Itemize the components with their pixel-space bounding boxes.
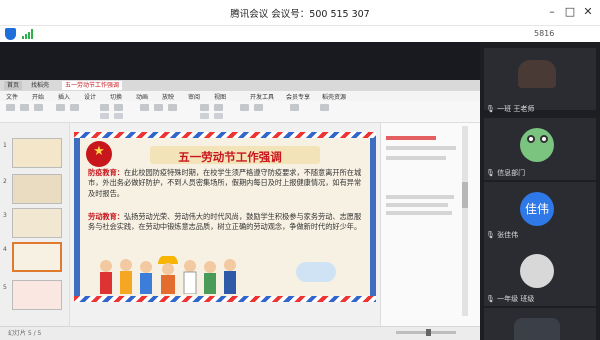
paragraph-text: 在此校园防疫特殊时期，在校学生须严格遵守防疫要求，不随意离开所在城市，外出务必做…: [88, 168, 362, 198]
menu-item[interactable]: 开发工具: [250, 92, 274, 101]
app-tab[interactable]: 找稻壳: [28, 81, 52, 90]
meeting-window: 腾讯会议 会议号：500 515 307 – □ ✕ 5816 首页 找稻壳 五…: [0, 0, 600, 340]
pane-line: [386, 146, 456, 150]
menu-item[interactable]: 切换: [110, 92, 122, 101]
indent-icon[interactable]: [214, 113, 223, 119]
cut-icon[interactable]: [20, 104, 29, 111]
meeting-title: 腾讯会议 会议号：500 515 307: [230, 9, 370, 20]
signal-icon[interactable]: [22, 29, 34, 39]
menu-item[interactable]: 开始: [32, 92, 44, 101]
shared-screen-top: [0, 42, 480, 80]
shield-icon[interactable]: [5, 28, 16, 40]
slide-thumbnail[interactable]: [12, 138, 62, 168]
app-tab-active[interactable]: 五一劳动节工作强调: [62, 81, 123, 90]
arrange-icon[interactable]: [290, 104, 299, 111]
text-avatar: 佳伟: [520, 192, 554, 226]
participant-name: 张佳伟: [497, 231, 519, 239]
slide-thumbnail-selected[interactable]: [12, 242, 62, 272]
menu-item[interactable]: 稻壳资源: [322, 92, 346, 101]
slide-thumbnail[interactable]: [12, 174, 62, 204]
menu-item[interactable]: 放映: [162, 92, 174, 101]
highlight-icon[interactable]: [114, 113, 123, 119]
mic-off-icon: 🎙: [486, 295, 495, 303]
mic-off-icon: 🎙: [486, 169, 495, 177]
pane-line: [386, 211, 452, 215]
menu-item[interactable]: 视图: [214, 92, 226, 101]
participant-video: [514, 318, 560, 340]
font-size-icon[interactable]: [114, 104, 123, 111]
paragraph-labor: 劳动教育：弘扬劳动光荣、劳动伟大的时代风尚，鼓励学生积极参与家务劳动、志愿服务与…: [88, 212, 368, 233]
menu-item[interactable]: 设计: [84, 92, 96, 101]
frog-eye: [540, 135, 548, 143]
thumb-number: 5: [3, 284, 7, 291]
maximize-icon[interactable]: □: [564, 6, 576, 18]
menu-item[interactable]: 插入: [58, 92, 70, 101]
slide-thumbnail[interactable]: [12, 208, 62, 238]
thumb-number: 2: [3, 178, 7, 185]
participant-row: 🎙 信息部门: [486, 168, 525, 178]
cloud-decoration: [296, 262, 336, 282]
participant-row: 🎙 一班 王老师: [486, 104, 534, 114]
layout-icon[interactable]: [70, 104, 79, 111]
picture-icon[interactable]: [254, 104, 263, 111]
paragraph-text: 弘扬劳动光荣、劳动伟大的时代风尚，鼓励学生积极参与家务劳动、志愿服务与社会实践，…: [88, 212, 362, 232]
mic-off-icon: 🎙: [486, 231, 495, 239]
underline-icon[interactable]: [168, 104, 177, 111]
color-icon[interactable]: [100, 113, 109, 119]
bold-icon[interactable]: [140, 104, 149, 111]
image-avatar: [520, 254, 554, 288]
menu-item[interactable]: 会员专享: [286, 92, 310, 101]
pane-line: [386, 203, 448, 207]
italic-icon[interactable]: [154, 104, 163, 111]
paragraph-label: 劳动教育：: [88, 212, 124, 221]
menu-item[interactable]: 文件: [6, 92, 18, 101]
copy-icon[interactable]: [34, 104, 43, 111]
paragraph-epidemic: 防疫教育：在此校园防疫特殊时期，在校学生须严格遵守防疫要求，不随意离开所在城市，…: [88, 168, 368, 199]
app-menu-bar: [0, 91, 480, 101]
pane-scrollbar[interactable]: [462, 126, 468, 316]
app-tab[interactable]: 首页: [4, 81, 23, 90]
align-left-icon[interactable]: [200, 104, 209, 111]
star-icon: ★: [93, 144, 105, 159]
participant-video: [518, 60, 556, 88]
paste-icon[interactable]: [6, 104, 15, 111]
meeting-code-short: 5816: [534, 29, 555, 38]
list-icon[interactable]: [200, 113, 209, 119]
slide-counter: 幻灯片 5 / 5: [8, 330, 42, 337]
pane-line: [386, 156, 446, 160]
slide-border-bottom: [74, 296, 376, 302]
close-icon[interactable]: ✕: [582, 6, 594, 18]
menu-item[interactable]: 审阅: [188, 92, 200, 101]
participant-name: 一班 王老师: [497, 105, 535, 113]
frog-avatar: [520, 128, 554, 162]
participant-row: 🎙 张佳伟: [486, 230, 518, 240]
mic-off-icon: 🎙: [486, 105, 495, 113]
new-slide-icon[interactable]: [56, 104, 65, 111]
shape-icon[interactable]: [240, 104, 249, 111]
minimize-icon[interactable]: –: [546, 6, 558, 18]
pane-line: [386, 195, 454, 199]
workers-illustration: [100, 256, 236, 294]
slide-thumbnail[interactable]: [12, 280, 62, 310]
participant-name: 一年级 班级: [497, 295, 535, 303]
menu-item[interactable]: 动画: [136, 92, 148, 101]
pane-header-line: [386, 136, 436, 140]
frog-eye: [527, 135, 535, 143]
thumb-number: 3: [3, 212, 7, 219]
info-bar: [0, 26, 600, 42]
align-center-icon[interactable]: [214, 104, 223, 111]
zoom-slider-knob[interactable]: [426, 329, 431, 336]
slide-border-top: [74, 132, 376, 138]
find-icon[interactable]: [320, 104, 329, 111]
thumb-number: 4: [3, 246, 7, 253]
font-icon[interactable]: [100, 104, 109, 111]
participant-name: 信息部门: [497, 169, 526, 177]
pane-scroll-thumb[interactable]: [462, 182, 468, 208]
participant-row: 🎙 一年级 班级: [486, 294, 534, 304]
thumb-number: 1: [3, 142, 7, 149]
slide-title: 五一劳动节工作强调: [178, 150, 282, 164]
paragraph-label: 防疫教育：: [88, 168, 124, 177]
